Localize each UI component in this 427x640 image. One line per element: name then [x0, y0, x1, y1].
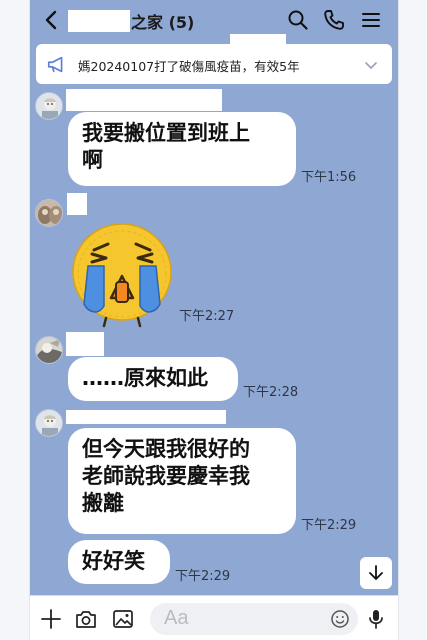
search-icon[interactable]	[286, 8, 310, 32]
avatar[interactable]	[35, 336, 63, 364]
message-composer: Aa	[30, 595, 398, 640]
avatar[interactable]	[35, 92, 63, 120]
left-margin	[0, 0, 30, 640]
microphone-icon[interactable]	[365, 608, 387, 630]
plus-icon[interactable]	[40, 608, 62, 630]
chat-screen: 之家 (5) 媽20240107打了破傷風疫苗，有效5年 我要搬位置到班上 啊 …	[30, 0, 398, 640]
chat-title[interactable]: 之家 (5)	[131, 9, 194, 33]
camera-icon[interactable]	[75, 608, 97, 630]
sender-name-redaction	[66, 332, 104, 356]
emoji-icon[interactable]	[330, 609, 350, 629]
sender-name-redaction	[66, 410, 226, 424]
message-time: 下午1:56	[301, 170, 357, 185]
sender-name-redaction	[67, 193, 87, 215]
phone-icon[interactable]	[322, 8, 346, 32]
right-margin	[398, 0, 427, 640]
avatar-image	[36, 410, 62, 436]
avatar-image	[36, 93, 62, 119]
scroll-to-bottom-button[interactable]	[360, 557, 392, 589]
avatar-image	[36, 337, 62, 363]
chat-title-suffix: 之家	[131, 13, 164, 32]
message-time: 下午2:29	[175, 569, 231, 584]
megaphone-icon	[47, 56, 63, 73]
message-time: 下午2:28	[243, 385, 299, 400]
message-input[interactable]: Aa	[150, 603, 358, 635]
image-icon[interactable]	[112, 608, 134, 630]
sender-name-redaction	[66, 89, 222, 111]
message-bubble[interactable]: 我要搬位置到班上 啊	[68, 112, 296, 186]
chevron-down-icon[interactable]	[364, 58, 378, 72]
header-redaction	[230, 34, 286, 44]
avatar[interactable]	[35, 409, 63, 437]
member-count: (5)	[168, 13, 195, 32]
message-time: 下午2:29	[301, 518, 357, 533]
message-input-placeholder: Aa	[164, 607, 189, 629]
message-bubble[interactable]: 但今天跟我很好的 老師說我要慶幸我 搬離	[68, 428, 296, 534]
avatar[interactable]	[35, 199, 63, 227]
title-redaction	[68, 10, 130, 32]
message-time: 下午2:27	[179, 309, 235, 324]
announcement-banner[interactable]: 媽20240107打了破傷風疫苗，有效5年	[36, 44, 392, 84]
message-bubble[interactable]: 好好笑	[68, 540, 170, 584]
chat-header: 之家 (5)	[30, 0, 398, 40]
back-arrow-icon[interactable]	[40, 8, 64, 32]
message-bubble[interactable]: ……原來如此	[68, 357, 238, 401]
avatar-image	[36, 200, 62, 226]
crying-face-sticker[interactable]	[70, 220, 175, 328]
menu-icon[interactable]	[359, 8, 383, 32]
arrow-down-icon	[369, 565, 383, 580]
announcement-text: 媽20240107打了破傷風疫苗，有效5年	[78, 59, 300, 74]
